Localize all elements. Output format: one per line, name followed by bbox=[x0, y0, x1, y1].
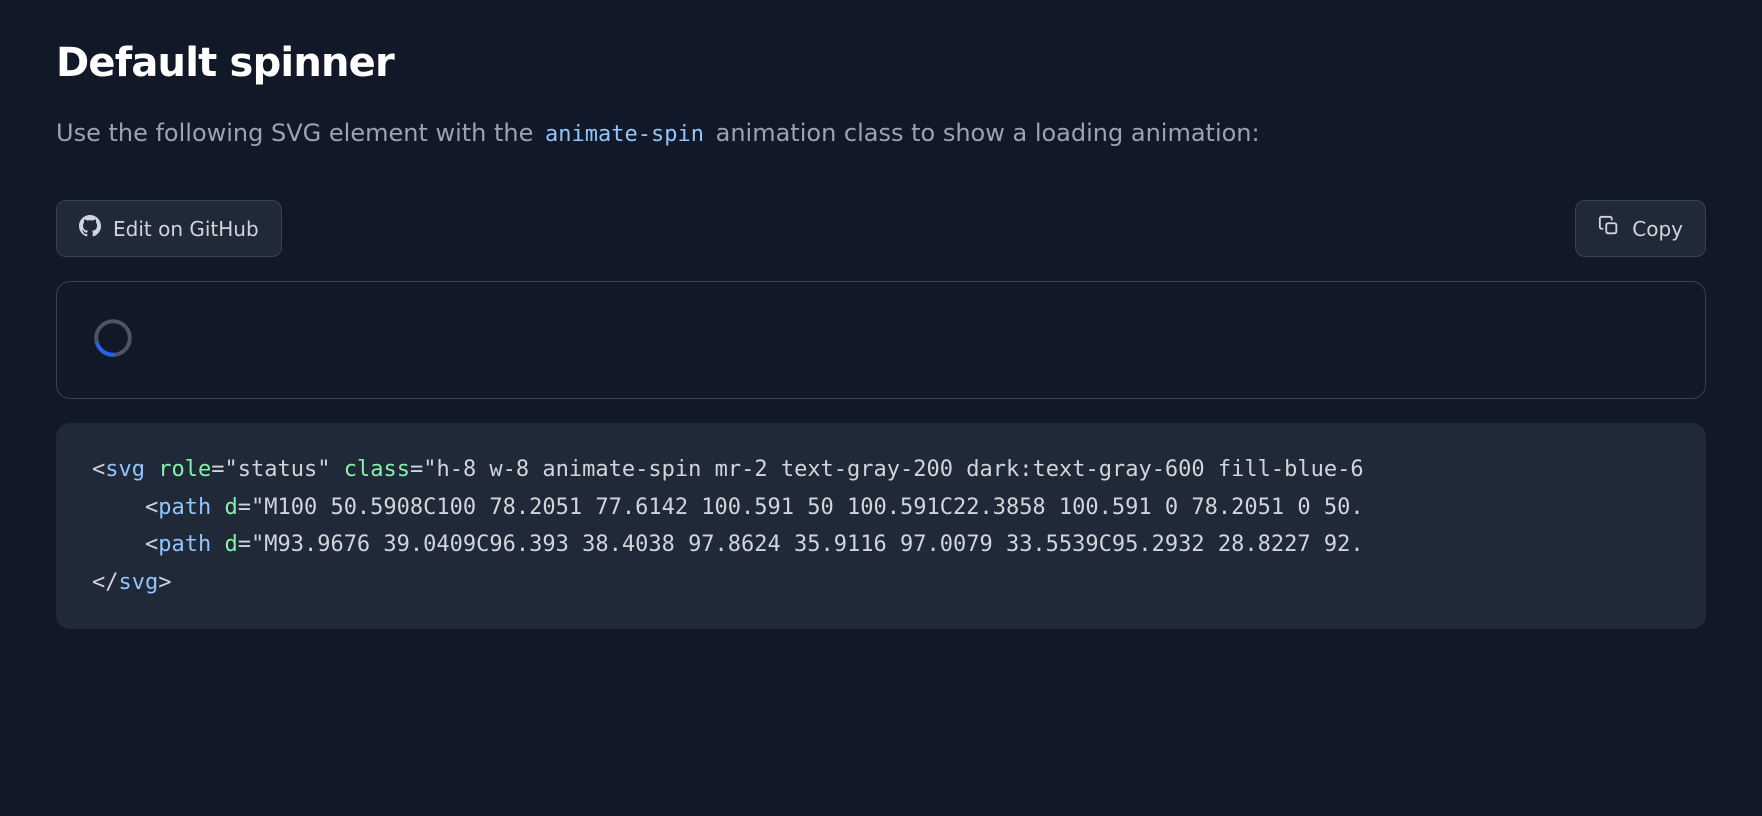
spinner-icon bbox=[93, 318, 133, 358]
example-toolbar: Edit on GitHub Copy bbox=[56, 200, 1706, 257]
edit-on-github-button[interactable]: Edit on GitHub bbox=[56, 200, 282, 257]
section-heading: Default spinner bbox=[56, 40, 1706, 86]
code-line: <path d="M93.9676 39.0409C96.393 38.4038… bbox=[92, 526, 1670, 563]
preview-box bbox=[56, 281, 1706, 399]
code-block: <svg role="status" class="h-8 w-8 animat… bbox=[56, 423, 1706, 629]
code-line: <svg role="status" class="h-8 w-8 animat… bbox=[92, 451, 1670, 488]
description-text-after: animation class to show a loading animat… bbox=[708, 119, 1260, 147]
edit-on-github-label: Edit on GitHub bbox=[113, 217, 259, 241]
copy-label: Copy bbox=[1632, 217, 1683, 241]
section-description: Use the following SVG element with the a… bbox=[56, 114, 1706, 152]
copy-button[interactable]: Copy bbox=[1575, 200, 1706, 257]
inline-code: animate-spin bbox=[541, 122, 708, 147]
github-icon bbox=[79, 215, 101, 242]
copy-icon bbox=[1598, 215, 1620, 242]
description-text-before: Use the following SVG element with the bbox=[56, 119, 541, 147]
code-line: <path d="M100 50.5908C100 78.2051 77.614… bbox=[92, 489, 1670, 526]
code-line: </svg> bbox=[92, 564, 1670, 601]
